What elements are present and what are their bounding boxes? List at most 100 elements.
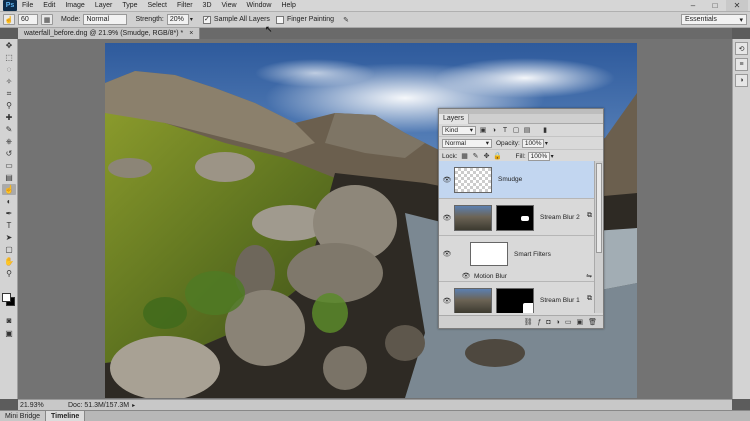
visibility-eye-icon[interactable]: 👁: [442, 297, 452, 305]
menu-select[interactable]: Select: [143, 2, 172, 9]
visibility-eye-icon[interactable]: 👁: [461, 272, 471, 280]
marquee-tool-icon[interactable]: ⬚: [2, 52, 16, 63]
pen-tool-icon[interactable]: ✒: [2, 208, 16, 219]
clone-stamp-tool-icon[interactable]: ⎈: [2, 136, 16, 147]
fill-field[interactable]: 100%: [527, 151, 550, 161]
menu-image[interactable]: Image: [60, 2, 89, 9]
menu-filter[interactable]: Filter: [172, 2, 198, 9]
visibility-eye-icon[interactable]: 👁: [442, 176, 452, 184]
opacity-field[interactable]: 100%: [521, 138, 544, 148]
filter-options-icon[interactable]: ⇋: [586, 272, 592, 280]
close-button[interactable]: ✕: [726, 0, 748, 11]
history-brush-tool-icon[interactable]: ↺: [2, 148, 16, 159]
visibility-eye-icon[interactable]: 👁: [442, 214, 452, 222]
sample-all-layers-checkbox[interactable]: ✓: [202, 15, 211, 24]
tab-timeline[interactable]: Timeline: [46, 410, 86, 421]
brush-panel-icon[interactable]: ▦: [41, 14, 53, 25]
dodge-tool-icon[interactable]: ◐: [2, 196, 16, 207]
sample-all-layers-label: Sample All Layers: [213, 16, 270, 23]
tab-mini-bridge[interactable]: Mini Bridge: [0, 410, 47, 421]
workspace-switcher[interactable]: Essentials ▾: [681, 14, 747, 25]
tab-layers[interactable]: Layers: [439, 113, 470, 124]
menu-window[interactable]: Window: [242, 2, 277, 9]
finger-painting-checkbox[interactable]: [275, 15, 284, 24]
layer-style-icon[interactable]: ƒ: [537, 319, 541, 326]
filter-kind-select[interactable]: Kind ▾: [442, 125, 476, 135]
filter-motion-blur[interactable]: 👁 Motion Blur ⇋: [439, 271, 594, 282]
blend-mode-select[interactable]: Normal ▾: [442, 138, 492, 148]
foreground-color-swatch[interactable]: [2, 293, 11, 302]
new-layer-icon[interactable]: ▣: [576, 318, 583, 326]
lock-image-icon[interactable]: ✎: [472, 152, 480, 160]
scrollbar-thumb[interactable]: [596, 163, 602, 253]
add-mask-icon[interactable]: ◘: [546, 319, 550, 326]
layer-smart-filters[interactable]: 👁 Smart Filters: [439, 237, 594, 271]
quick-select-tool-icon[interactable]: ✧: [2, 76, 16, 87]
pressure-icon[interactable]: ✎: [340, 14, 352, 25]
healing-brush-tool-icon[interactable]: ✚: [2, 112, 16, 123]
menu-file[interactable]: File: [17, 2, 38, 9]
close-tab-icon[interactable]: ×: [189, 30, 193, 37]
lock-all-icon[interactable]: 🔒: [493, 152, 502, 160]
layer-mask-thumbnail: [496, 204, 534, 231]
smudge-tool-icon[interactable]: ☝: [2, 184, 16, 195]
workspace-label: Essentials: [685, 16, 717, 23]
new-adjustment-icon[interactable]: ◑: [556, 319, 560, 326]
strength-dropdown-icon[interactable]: ▾: [190, 16, 193, 23]
mode-select[interactable]: Normal: [83, 14, 128, 25]
status-menu-icon[interactable]: ▸: [132, 402, 135, 409]
layer-stream-blur-1[interactable]: 👁 Stream Blur 1 ⧉: [439, 283, 594, 313]
strength-field[interactable]: 20%: [166, 14, 189, 25]
layer-smudge[interactable]: 👁 Smudge: [439, 161, 594, 199]
layer-thumbnail: [454, 287, 492, 313]
quick-mask-icon[interactable]: ◙: [2, 315, 16, 326]
link-layers-icon[interactable]: ⛓: [524, 318, 533, 326]
delete-layer-icon[interactable]: 🗑: [588, 318, 597, 326]
menu-view[interactable]: View: [217, 2, 242, 9]
type-tool-icon[interactable]: T: [2, 220, 16, 231]
pixel-filter-icon[interactable]: ▣: [479, 126, 487, 134]
visibility-eye-icon[interactable]: 👁: [442, 250, 452, 258]
document-tab[interactable]: waterfall_before.dng @ 21.9% (Smudge, RG…: [18, 28, 201, 39]
brush-size-picker[interactable]: 60: [18, 14, 38, 25]
menu-type[interactable]: Type: [117, 2, 142, 9]
zoom-level[interactable]: 21.93%: [18, 402, 44, 409]
crop-tool-icon[interactable]: ⌗: [2, 88, 16, 99]
opacity-dropdown-icon[interactable]: ▾: [545, 140, 548, 147]
smart-object-filter-icon[interactable]: ▤: [523, 126, 531, 134]
minimize-button[interactable]: –: [682, 0, 704, 11]
layer-stream-blur-2[interactable]: 👁 Stream Blur 2 ⧉: [439, 200, 594, 236]
menu-edit[interactable]: Edit: [38, 2, 60, 9]
shape-filter-icon[interactable]: ▢: [512, 126, 520, 134]
gradient-tool-icon[interactable]: ▤: [2, 172, 16, 183]
brush-tool-icon[interactable]: ✎: [2, 124, 16, 135]
move-tool-icon[interactable]: ✥: [2, 40, 16, 51]
properties-panel-icon[interactable]: ≡: [735, 58, 748, 71]
layer-name: Smart Filters: [514, 250, 551, 258]
shape-tool-icon[interactable]: ▢: [2, 244, 16, 255]
mode-label: Mode:: [61, 16, 81, 23]
canvas-area[interactable]: [18, 39, 732, 399]
layers-scrollbar[interactable]: [594, 161, 603, 313]
menu-layer[interactable]: Layer: [90, 2, 118, 9]
type-filter-icon[interactable]: T: [501, 126, 509, 134]
zoom-tool-icon[interactable]: ⚲: [2, 268, 16, 279]
new-group-icon[interactable]: ▭: [565, 318, 572, 326]
adjustment-filter-icon[interactable]: ◑: [490, 126, 498, 134]
lasso-tool-icon[interactable]: ◌: [2, 64, 16, 75]
hand-tool-icon[interactable]: ✋: [2, 256, 16, 267]
lock-position-icon[interactable]: ✥: [483, 152, 491, 160]
adjustments-panel-icon[interactable]: ◑: [735, 74, 748, 87]
filter-toggle-icon[interactable]: ▮: [541, 126, 549, 134]
lock-transparent-icon[interactable]: ▦: [461, 152, 469, 160]
maximize-button[interactable]: □: [704, 0, 726, 11]
eraser-tool-icon[interactable]: ▭: [2, 160, 16, 171]
menu-3d[interactable]: 3D: [198, 2, 217, 9]
path-selection-tool-icon[interactable]: ➤: [2, 232, 16, 243]
screen-mode-icon[interactable]: ▣: [2, 328, 16, 339]
fill-dropdown-icon[interactable]: ▾: [551, 153, 554, 160]
history-panel-icon[interactable]: ⟲: [735, 42, 748, 55]
smudge-tool-preset-icon[interactable]: ☝: [3, 14, 15, 25]
eyedropper-tool-icon[interactable]: ⚲: [2, 100, 16, 111]
menu-help[interactable]: Help: [276, 2, 300, 9]
